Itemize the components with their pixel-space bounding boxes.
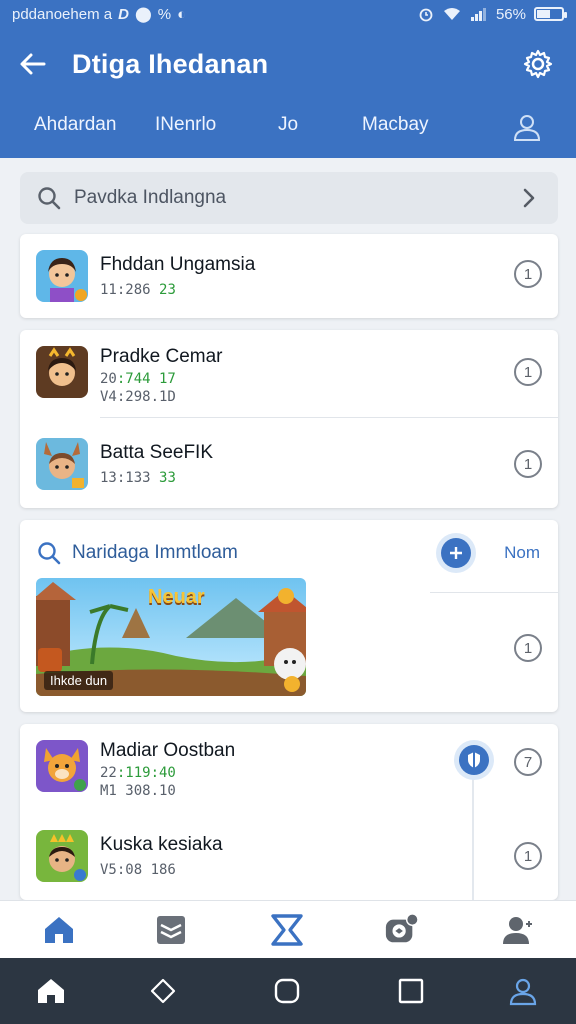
meta-green: :119:40 <box>116 765 176 781</box>
search-icon <box>38 542 61 565</box>
list-item[interactable]: Kuska kesiaka V5:08 186 1 <box>20 812 558 900</box>
app-avatar <box>36 438 88 490</box>
app-name: Madiar Oostban <box>100 740 236 761</box>
wifi-icon <box>443 8 460 20</box>
status-left-text: pddanoehem a <box>12 5 113 23</box>
featured-card: Naridaga Immtloam Nom Neuar Ihkde dun 1 <box>20 520 558 712</box>
meta-prefix: 11:286 <box>100 282 151 298</box>
app-name: Pradke Cemar <box>100 346 223 367</box>
search-placeholder: Pavdka Indlangna <box>74 187 227 208</box>
card-app-list-2: Madiar Oostban 22:119:40 M1 308.10 7 Kus… <box>20 724 558 900</box>
status-bar: pddanoehem a D ⬤ % ◐ 56% <box>0 0 576 28</box>
page-title: Dtiga Ihedanan <box>72 48 269 79</box>
meta-prefix: V5:08 186 <box>100 862 176 878</box>
meta-green: :744 17 <box>116 371 176 387</box>
tab-jo[interactable]: Jo <box>278 114 298 136</box>
profile-tab-icon[interactable] <box>512 112 542 142</box>
search-bar[interactable]: Pavdka Indlangna <box>20 172 558 224</box>
chat-nav-icon[interactable] <box>384 913 418 947</box>
divider <box>430 592 558 593</box>
home-system-icon[interactable] <box>34 974 68 1008</box>
app-avatar <box>36 830 88 882</box>
info-button[interactable]: 1 <box>514 634 542 662</box>
grid-badge-icon[interactable] <box>436 533 476 573</box>
card-app-list: Pradke Cemar 20:744 17 V4:298.1D 1 Batta… <box>20 330 558 508</box>
gear-icon[interactable] <box>522 48 554 80</box>
app-meta: 11:286 23 <box>100 282 176 298</box>
meta-prefix: 13:133 <box>100 470 151 486</box>
list-item[interactable]: Madiar Oostban 22:119:40 M1 308.10 7 <box>20 724 558 812</box>
profile-nav-icon[interactable] <box>500 913 534 947</box>
battery-fill <box>537 10 551 18</box>
alarm-icon <box>419 8 433 22</box>
info-button[interactable]: 1 <box>514 260 542 288</box>
app-header: pddanoehem a D ⬤ % ◐ 56% Dtiga Ihedanan … <box>0 0 576 158</box>
app-name: Fhddan Ungamsia <box>100 254 256 275</box>
circle-system-icon[interactable] <box>270 974 304 1008</box>
layers-nav-icon[interactable] <box>154 913 188 947</box>
back-arrow-icon[interactable] <box>18 49 48 79</box>
app-avatar <box>36 346 88 398</box>
featured-heading[interactable]: Naridaga Immtloam <box>36 540 238 566</box>
app-name: Batta SeeFIK <box>100 442 214 463</box>
meta-green: 33 <box>159 470 176 486</box>
diamond-system-icon[interactable] <box>146 974 180 1008</box>
signal-icon <box>470 8 486 21</box>
bottom-navigation <box>0 900 576 958</box>
battery-percent: 56% <box>495 5 526 23</box>
user-system-icon[interactable] <box>506 974 540 1008</box>
meta-prefix: 20 <box>100 371 117 387</box>
chevron-right-icon[interactable] <box>518 186 540 210</box>
tab-macbay[interactable]: Macbay <box>362 114 429 136</box>
tab-inenrlo[interactable]: INenrlo <box>155 114 216 136</box>
banner-label: Ihkde dun <box>44 671 114 690</box>
more-link[interactable]: Nom <box>504 543 540 563</box>
featured-banner-image[interactable]: Neuar Ihkde dun <box>36 578 306 696</box>
card-single-app: Fhddan Ungamsia 11:286 23 1 <box>20 234 558 318</box>
status-indicator: D <box>118 5 129 23</box>
info-button[interactable]: 1 <box>514 842 542 870</box>
app-meta-line2: M1 308.10 <box>100 783 176 799</box>
system-navigation-bar <box>0 958 576 1024</box>
list-item[interactable]: Batta SeeFIK 13:133 33 1 <box>20 418 558 508</box>
info-button[interactable]: 7 <box>514 748 542 776</box>
tab-ahdardan[interactable]: Ahdardan <box>34 114 116 136</box>
app-meta-line2: V4:298.1D <box>100 389 176 405</box>
hourglass-nav-icon[interactable] <box>270 913 304 947</box>
percent-icon: % <box>157 5 172 23</box>
shield-badge-icon[interactable] <box>454 740 494 780</box>
list-item[interactable]: Fhddan Ungamsia 11:286 23 1 <box>20 234 558 322</box>
list-item[interactable]: Pradke Cemar 20:744 17 V4:298.1D 1 <box>20 330 558 418</box>
app-meta: 22:119:40 <box>100 765 176 781</box>
app-avatar <box>36 250 88 302</box>
featured-heading-text: Naridaga Immtloam <box>72 542 238 563</box>
banner-title: Neuar <box>148 586 205 608</box>
square-system-icon[interactable] <box>394 974 428 1008</box>
app-avatar <box>36 740 88 792</box>
meta-green: 23 <box>159 282 176 298</box>
app-meta: V5:08 186 <box>100 862 176 878</box>
app-meta: 13:133 33 <box>100 470 176 486</box>
app-name: Kuska kesiaka <box>100 834 223 855</box>
tab-bar: Ahdardan INenrlo Jo Macbay <box>0 100 576 158</box>
sync-icon: ◐ <box>177 5 187 23</box>
info-button[interactable]: 1 <box>514 450 542 478</box>
record-icon: ⬤ <box>134 6 152 23</box>
search-icon <box>38 187 61 210</box>
home-nav-icon[interactable] <box>42 913 76 947</box>
info-button[interactable]: 1 <box>514 358 542 386</box>
app-meta: 20:744 17 <box>100 371 176 387</box>
meta-prefix: 22 <box>100 765 117 781</box>
battery-icon <box>534 7 567 21</box>
